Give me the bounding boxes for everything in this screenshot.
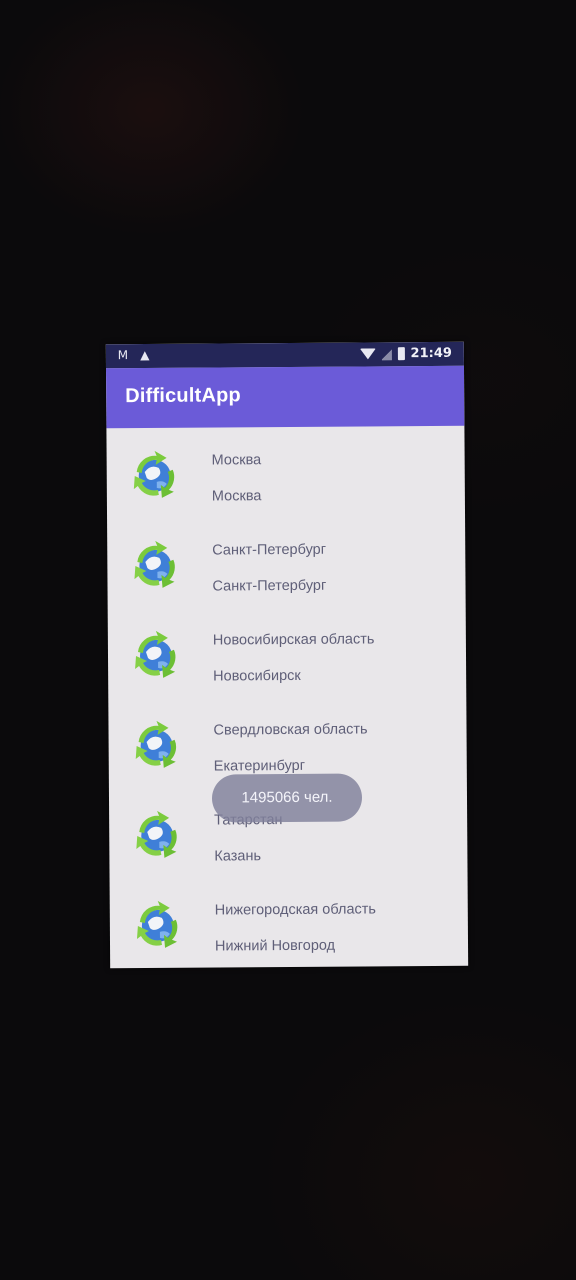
item-title: Свердловская область (213, 721, 368, 739)
recycle-globe-icon (135, 720, 177, 768)
list-item[interactable]: Нижегородская область Нижний Новгород (110, 876, 469, 968)
item-subtitle: Санкт-Петербург (212, 577, 327, 595)
item-title: Санкт-Петербург (212, 541, 327, 559)
list-item[interactable]: Новосибирская область Новосибирск (108, 606, 467, 698)
status-bar: M ▲ 21:49 (105, 341, 464, 369)
signal-icon (381, 347, 392, 360)
item-subtitle: Новосибирск (213, 667, 301, 685)
list-item[interactable]: Москва Москва (106, 426, 465, 518)
toast-message: 1495066 чел. (211, 773, 363, 823)
item-title: Москва (211, 452, 262, 469)
city-list[interactable]: Москва Москва Санкт-Петербург Санкт-Пете… (106, 426, 468, 968)
recycle-globe-icon (136, 900, 178, 948)
item-subtitle: Екатеринбург (213, 757, 306, 775)
battery-icon (397, 347, 405, 361)
status-time: 21:49 (410, 345, 452, 362)
item-subtitle: Нижний Новгород (214, 937, 336, 955)
notification-icon: ▲ (140, 347, 150, 363)
wifi-icon (359, 348, 376, 360)
status-bar-right: 21:49 (359, 345, 452, 362)
recycle-globe-icon (135, 630, 176, 678)
app-title: DifficultApp (125, 384, 241, 408)
item-title: Новосибирская область (212, 631, 375, 649)
recycle-globe-icon (136, 810, 177, 858)
item-title: Нижегородская область (214, 901, 377, 919)
phone-screen: M ▲ 21:49 DifficultApp Москва Москва Сан… (105, 341, 469, 969)
list-item[interactable]: Санкт-Петербург Санкт-Петербург (107, 516, 466, 608)
app-bar: DifficultApp (105, 365, 465, 429)
status-bar-left: M ▲ (116, 348, 152, 362)
recycle-globe-icon (133, 450, 175, 498)
item-subtitle: Москва (211, 488, 262, 505)
recycle-globe-icon (134, 540, 175, 588)
gmail-icon: M (117, 348, 129, 363)
item-subtitle: Казань (214, 848, 262, 865)
